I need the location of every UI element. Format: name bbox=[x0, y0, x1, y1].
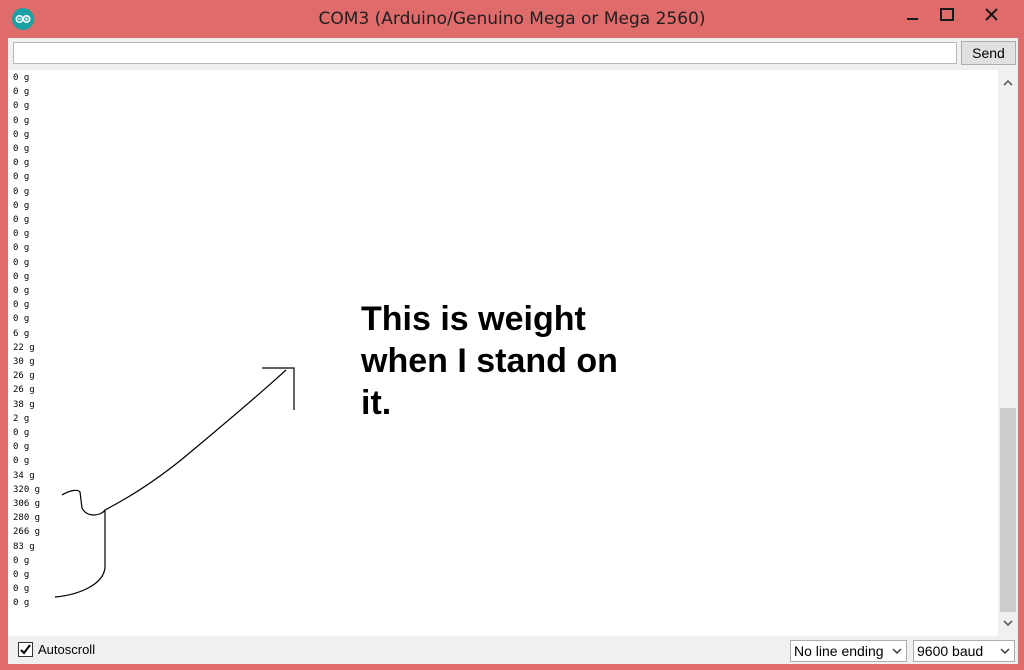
serial-input[interactable] bbox=[13, 42, 957, 64]
serial-monitor-window: COM3 (Arduino/Genuino Mega or Mega 2560)… bbox=[0, 0, 1024, 670]
baud-rate-select[interactable]: 9600 baud bbox=[913, 640, 1015, 662]
chevron-up-icon bbox=[1003, 79, 1013, 86]
line-ending-value: No line ending bbox=[794, 643, 884, 659]
client-area: Send 0 g0 g0 g0 g 83 g 266 g 280 g 306 g 320 … bbox=[8, 38, 1018, 664]
checkmark-icon bbox=[20, 644, 31, 655]
send-button[interactable]: Send bbox=[961, 41, 1016, 65]
chevron-down-icon bbox=[892, 648, 902, 654]
close-button[interactable] bbox=[969, 0, 1015, 30]
chevron-down-icon bbox=[1003, 620, 1013, 627]
maximize-icon bbox=[940, 8, 954, 21]
autoscroll-label: Autoscroll bbox=[38, 642, 96, 657]
vertical-scrollbar[interactable] bbox=[998, 70, 1018, 636]
window-title: COM3 (Arduino/Genuino Mega or Mega 2560) bbox=[318, 9, 706, 29]
send-row: Send bbox=[8, 38, 1018, 70]
line-ending-select[interactable]: No line ending bbox=[790, 640, 907, 662]
baud-rate-value: 9600 baud bbox=[917, 643, 984, 659]
scroll-down-button[interactable] bbox=[998, 613, 1018, 633]
scroll-up-button[interactable] bbox=[998, 73, 1018, 93]
autoscroll-checkbox[interactable] bbox=[18, 642, 33, 657]
status-bar: Autoscroll No line ending 9600 baud bbox=[8, 636, 1018, 664]
scroll-thumb[interactable] bbox=[1000, 408, 1016, 612]
chevron-down-icon bbox=[1000, 648, 1010, 654]
serial-output[interactable]: 0 g0 g0 g0 g 83 g 266 g 280 g 306 g 320 g 34 g… bbox=[8, 70, 998, 636]
maximize-button[interactable] bbox=[924, 0, 970, 30]
title-bar[interactable]: COM3 (Arduino/Genuino Mega or Mega 2560) bbox=[0, 0, 1024, 38]
hand-drawn-arrow bbox=[54, 367, 295, 598]
close-icon bbox=[985, 8, 998, 21]
